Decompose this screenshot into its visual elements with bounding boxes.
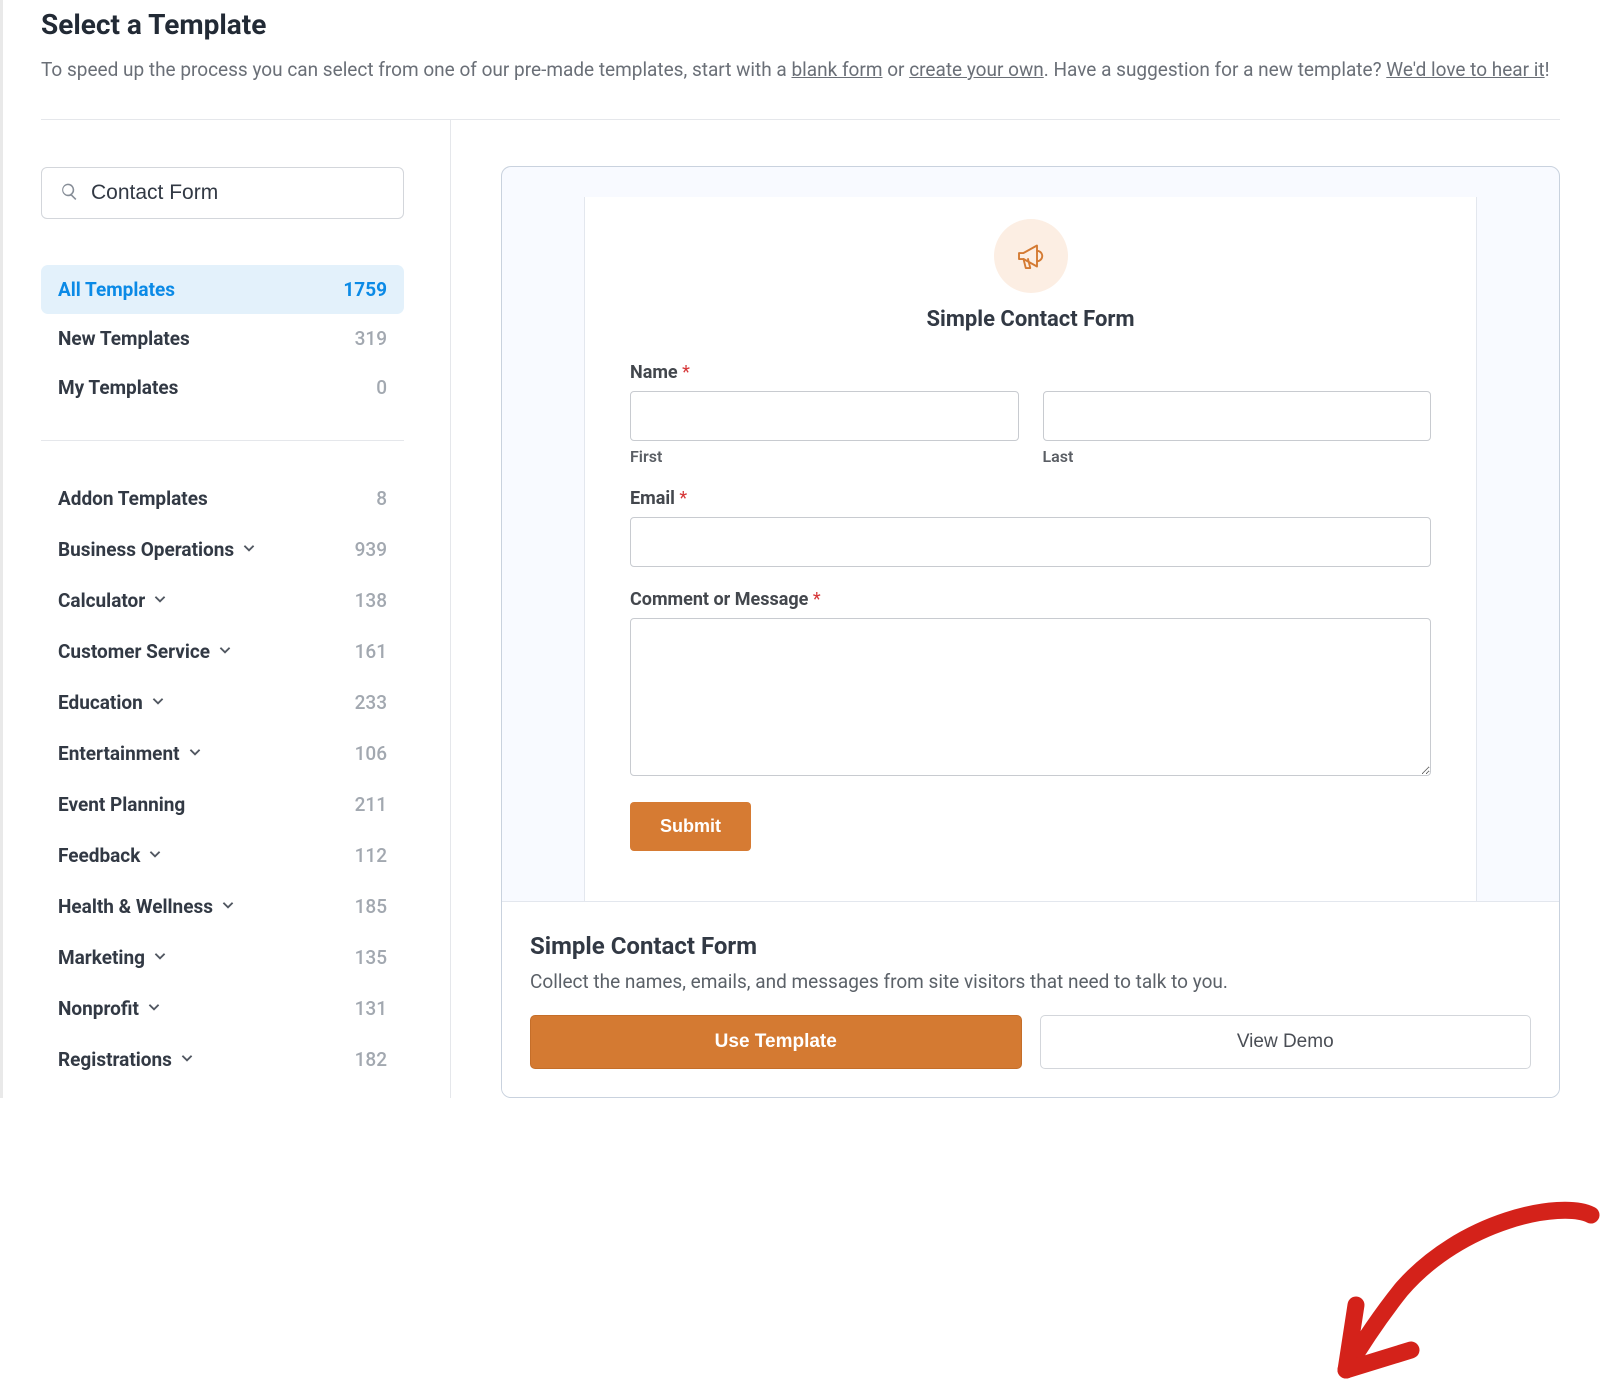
annotation-arrow	[1331, 1190, 1600, 1390]
category-count: 1759	[343, 278, 387, 301]
chevron-down-icon	[153, 589, 167, 612]
category-addon-templates[interactable]: Addon Templates 8	[41, 473, 404, 524]
top-categories: All Templates 1759 New Templates 319 My Temp…	[41, 265, 404, 412]
chevron-down-icon	[221, 895, 235, 918]
chevron-down-icon	[148, 844, 162, 867]
top-category-new-templates[interactable]: New Templates 319	[41, 314, 404, 363]
comment-label: Comment or Message *	[630, 589, 1431, 610]
category-label: Nonprofit	[58, 997, 161, 1020]
first-sublabel: First	[630, 447, 1019, 466]
category-count: 211	[355, 793, 387, 816]
category-separator	[41, 440, 404, 441]
search-icon	[60, 182, 79, 205]
category-label: New Templates	[58, 327, 190, 350]
category-count: 135	[355, 946, 387, 969]
page-title: Select a Template	[41, 8, 1560, 41]
megaphone-icon	[994, 219, 1068, 293]
form-preview: Simple Contact Form Name * First Last	[584, 197, 1477, 901]
sub-or: or	[883, 58, 910, 81]
chevron-down-icon	[180, 1048, 194, 1071]
category-calculator[interactable]: Calculator 138	[41, 575, 404, 626]
category-label: Registrations	[58, 1048, 194, 1071]
top-category-all-templates[interactable]: All Templates 1759	[41, 265, 404, 314]
hear-it-link[interactable]: We'd love to hear it	[1386, 58, 1544, 81]
search-input[interactable]	[91, 181, 385, 205]
category-label: Calculator	[58, 589, 167, 612]
category-label: Business Operations	[58, 538, 256, 561]
category-label: Education	[58, 691, 165, 714]
search-box[interactable]	[41, 167, 404, 219]
category-count: 131	[355, 997, 387, 1020]
chevron-down-icon	[147, 997, 161, 1020]
category-count: 182	[355, 1048, 387, 1071]
last-name-input[interactable]	[1043, 391, 1432, 441]
view-demo-button[interactable]: View Demo	[1040, 1015, 1532, 1069]
page-subtitle: To speed up the process you can select f…	[41, 55, 1560, 85]
chevron-down-icon	[242, 538, 256, 561]
first-name-input[interactable]	[630, 391, 1019, 441]
comment-input[interactable]	[630, 618, 1431, 776]
chevron-down-icon	[153, 946, 167, 969]
category-feedback[interactable]: Feedback 112	[41, 830, 404, 881]
category-customer-service[interactable]: Customer Service 161	[41, 626, 404, 677]
sidebar: All Templates 1759 New Templates 319 My Temp…	[41, 120, 451, 1098]
category-registrations[interactable]: Registrations 182	[41, 1034, 404, 1085]
chevron-down-icon	[218, 640, 232, 663]
sub-suffix: !	[1545, 58, 1550, 81]
category-business-operations[interactable]: Business Operations 939	[41, 524, 404, 575]
category-count: 185	[355, 895, 387, 918]
category-count: 233	[355, 691, 387, 714]
category-count: 112	[355, 844, 387, 867]
category-label: Addon Templates	[58, 487, 208, 510]
category-nonprofit[interactable]: Nonprofit 131	[41, 983, 404, 1034]
sub-prefix: To speed up the process you can select f…	[41, 58, 791, 81]
category-education[interactable]: Education 233	[41, 677, 404, 728]
name-label: Name *	[630, 362, 1431, 383]
submit-button[interactable]: Submit	[630, 802, 751, 851]
category-label: Event Planning	[58, 793, 185, 816]
category-label: Customer Service	[58, 640, 232, 663]
last-sublabel: Last	[1043, 447, 1432, 466]
footer-description: Collect the names, emails, and messages …	[530, 970, 1531, 993]
email-input[interactable]	[630, 517, 1431, 567]
card-footer: Simple Contact Form Collect the names, e…	[502, 901, 1559, 1097]
sub-mid: . Have a suggestion for a new template?	[1044, 58, 1387, 81]
category-list: Addon Templates8Business Operations 939C…	[41, 473, 404, 1085]
create-own-link[interactable]: create your own	[909, 58, 1044, 81]
category-marketing[interactable]: Marketing 135	[41, 932, 404, 983]
category-count: 138	[355, 589, 387, 612]
category-count: 939	[355, 538, 387, 561]
category-label: Health & Wellness	[58, 895, 235, 918]
use-template-button[interactable]: Use Template	[530, 1015, 1022, 1069]
email-label: Email *	[630, 488, 1431, 509]
category-label: Marketing	[58, 946, 167, 969]
form-preview-title: Simple Contact Form	[630, 307, 1431, 332]
category-count: 106	[355, 742, 387, 765]
template-card: Simple Contact Form Name * First Last	[501, 166, 1560, 1098]
category-health-wellness[interactable]: Health & Wellness 185	[41, 881, 404, 932]
category-count: 161	[355, 640, 387, 663]
footer-title: Simple Contact Form	[530, 932, 1531, 960]
category-event-planning[interactable]: Event Planning 211	[41, 779, 404, 830]
top-category-my-templates[interactable]: My Templates 0	[41, 363, 404, 412]
category-label: My Templates	[58, 376, 178, 399]
category-entertainment[interactable]: Entertainment 106	[41, 728, 404, 779]
category-label: All Templates	[58, 278, 175, 301]
category-label: Feedback	[58, 844, 162, 867]
category-count: 319	[355, 327, 387, 350]
chevron-down-icon	[151, 691, 165, 714]
preview-column: Simple Contact Form Name * First Last	[451, 120, 1560, 1098]
category-label: Entertainment	[58, 742, 202, 765]
category-count: 8	[376, 487, 387, 510]
chevron-down-icon	[188, 742, 202, 765]
blank-form-link[interactable]: blank form	[791, 58, 882, 81]
category-count: 0	[376, 376, 387, 399]
